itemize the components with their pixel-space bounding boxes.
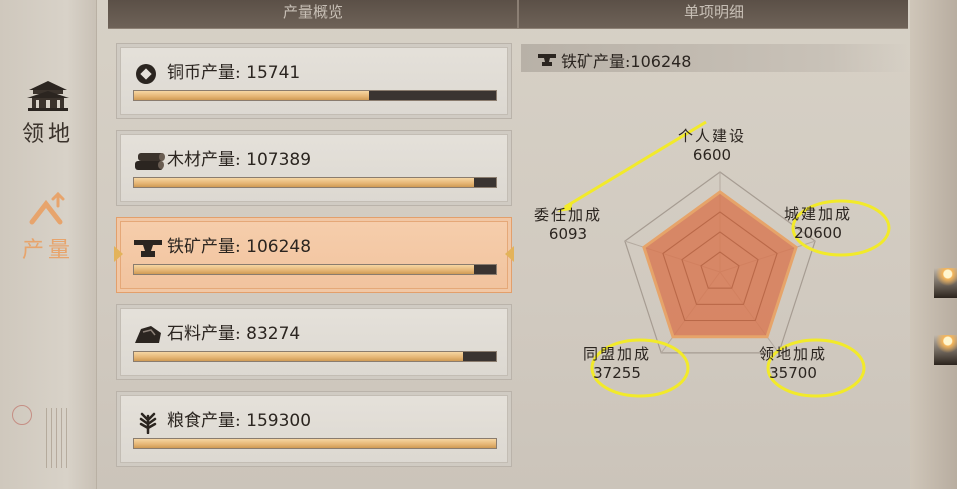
radar-label-name: 城建加成 [783,205,852,223]
resource-name: 铁矿产量: [167,237,241,257]
radar-label: 个人建设 6600 [657,127,767,165]
radar-label: 领地加成 35700 [738,345,848,383]
resource-name: 粮食产量: [167,411,241,431]
radar-label-name: 同盟加成 [582,345,651,363]
wheat-icon [133,410,163,435]
resource-label: 木材产量: 107389 [167,145,311,170]
resource-label: 铁矿产量: 106248 [167,232,311,257]
production-bar-fill [134,439,496,448]
radar-label: 委任加成 6093 [513,206,623,244]
game-window: 领地 产量 产量概览 单项明细 铜币产量: 15741 木材产量: 107389 铁… [0,0,957,489]
stone-icon [133,323,163,347]
production-icon [29,191,65,225]
production-bar [133,264,497,275]
production-bar-fill [134,91,370,100]
production-bar [133,90,497,101]
production-bar [133,177,497,188]
selection-arrow-left [114,246,123,262]
nav-territory-label: 领地 [21,122,74,147]
resource-value: 107389 [246,150,312,170]
radar-label: 城建加成 20600 [763,205,873,243]
radar-label-value: 37255 [593,364,641,382]
candle-decoration [934,268,957,298]
production-bar-fill [134,352,464,361]
resource-label: 粮食产量: 159300 [167,406,311,431]
tab-production-overview[interactable]: 产量概览 [108,0,518,28]
radar-chart [557,120,891,398]
resource-value: 106248 [246,237,312,257]
right-decoration [910,0,957,489]
resource-value: 83274 [246,324,301,344]
radar-label-value: 6093 [548,225,588,243]
nav-production[interactable]: 产量 [0,190,96,264]
nav-territory[interactable]: 领地 [0,78,96,148]
resource-name: 石料产量: [167,324,241,344]
radar-label-name: 个人建设 [677,127,746,145]
radar-label-value: 6600 [692,146,732,164]
seal-decoration [12,405,32,425]
production-bar-fill [134,178,475,187]
calligraphy-decoration [46,408,70,468]
left-nav-rail: 领地 产量 [0,0,97,489]
resource-card[interactable]: 石料产量: 83274 [116,304,512,380]
candle-decoration [934,335,957,365]
production-bar [133,438,497,449]
radar-label-name: 领地加成 [758,345,827,363]
production-bar-fill [134,265,475,274]
resource-card[interactable]: 铁矿产量: 106248 [114,217,514,293]
header-divider [517,0,519,28]
nav-production-label: 产量 [21,238,74,263]
radar-label-value: 20600 [794,224,842,242]
tab-item-detail[interactable]: 单项明细 [520,0,908,28]
wood-log-icon [133,149,165,173]
resource-name: 木材产量: [167,150,241,170]
resource-card[interactable]: 木材产量: 107389 [116,130,512,206]
radar-label: 同盟加成 37255 [562,345,672,383]
selection-arrow-right [505,246,514,262]
resource-value: 159300 [246,411,312,431]
resource-card[interactable]: 铜币产量: 15741 [116,43,512,119]
resource-card[interactable]: 粮食产量: 159300 [116,391,512,467]
production-bar [133,351,497,362]
palace-icon [27,81,69,111]
resource-name: 铜币产量: [167,63,241,83]
detail-panel: 铁矿产量:106248 个人建设 6600 城建加成 20600 领地加成 35700 同盟… [521,38,909,474]
copper-coin-icon [133,62,163,86]
resource-label: 铜币产量: 15741 [167,58,300,83]
radar-label-value: 35700 [769,364,817,382]
resource-label: 石料产量: 83274 [167,319,300,344]
resource-value: 15741 [246,63,301,83]
anvil-icon [133,236,163,260]
radar-label-name: 委任加成 [533,206,602,224]
